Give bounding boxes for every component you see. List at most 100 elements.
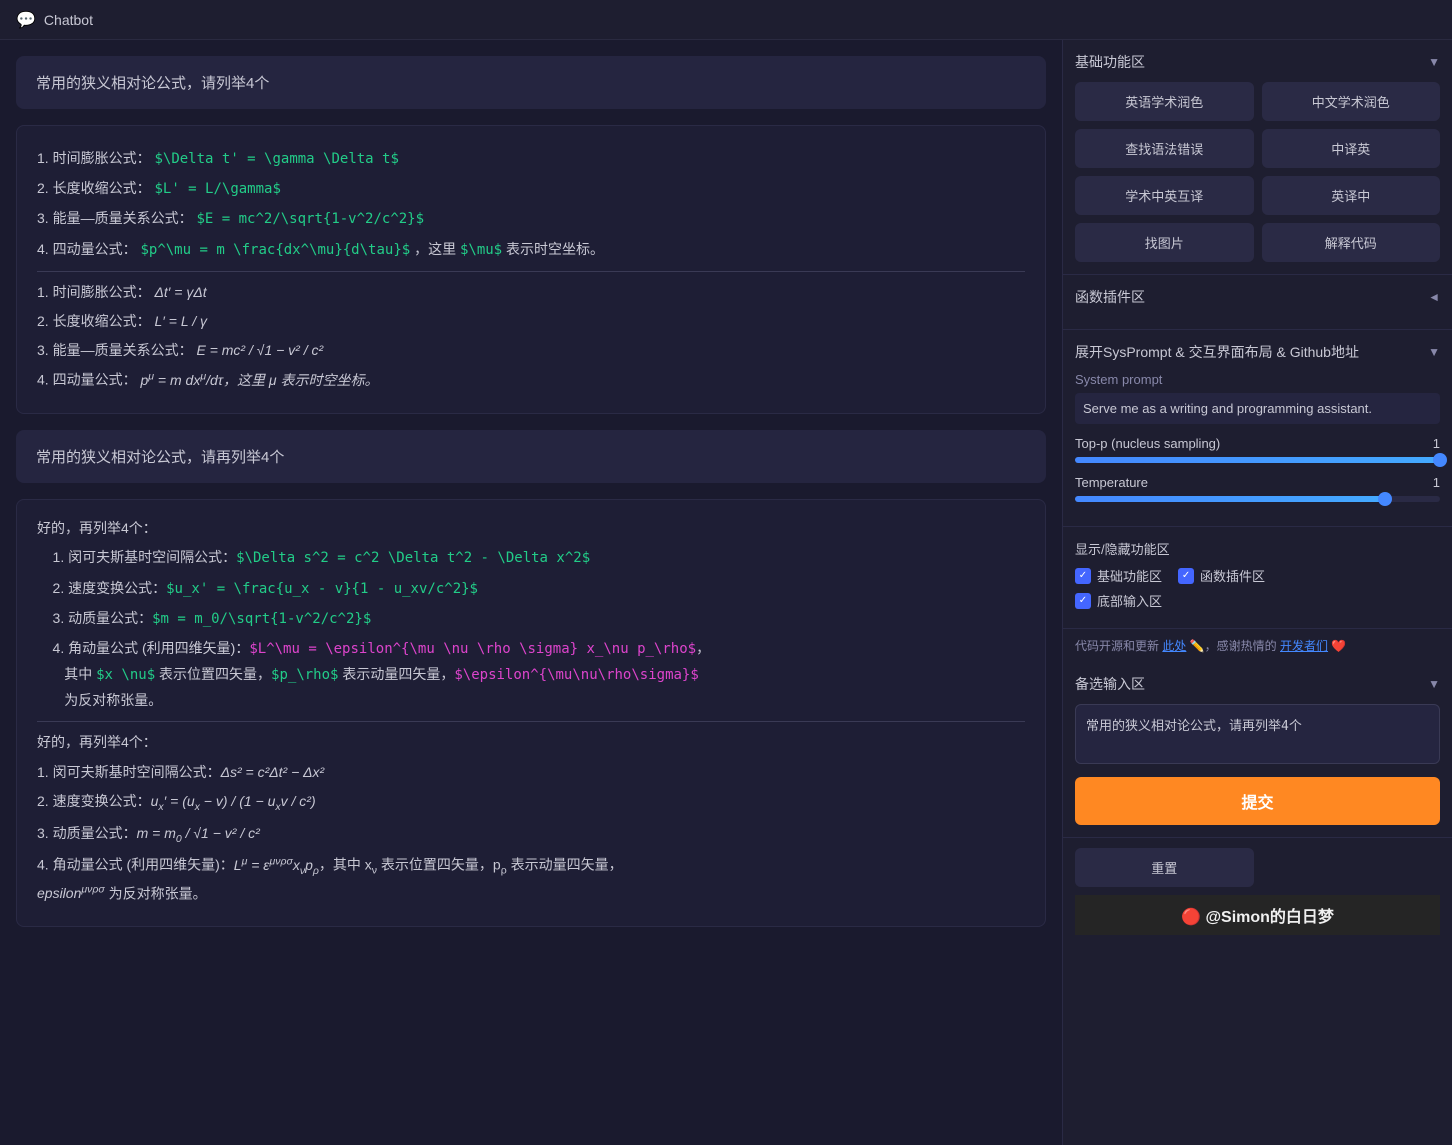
f2-4-xnu: $x \nu$	[96, 667, 155, 683]
formula-block-1: 1. 时间膨胀公式： $\Delta t' = \gamma \Delta t$	[37, 146, 1025, 172]
formula-1-latex: $\Delta t' = \gamma \Delta t$	[154, 151, 398, 167]
btn-academic-translate[interactable]: 学术中英互译	[1075, 176, 1254, 215]
formula-2-label: 2. 长度收缩公式：	[37, 180, 151, 196]
btn-grammar-check[interactable]: 查找语法错误	[1075, 129, 1254, 168]
plugin-section: 函数插件区 ◄	[1063, 275, 1452, 330]
divider-2	[37, 721, 1025, 722]
f2-2-latex: $u_x' = \frac{u_x - v}{1 - u_xv/c^2}$	[166, 581, 478, 597]
r4-label: 4. 四动量公式：	[37, 372, 137, 388]
sys-prompt-value: Serve me as a writing and programming as…	[1075, 393, 1440, 424]
formula-4-latex: $p^\mu = m \frac{dx^\mu}{d\tau}$	[140, 242, 410, 258]
user-message-1: 常用的狭义相对论公式，请列举4个	[16, 56, 1046, 109]
r2-label: 2. 长度收缩公式：	[37, 313, 151, 329]
temperature-track[interactable]	[1075, 496, 1440, 502]
top-p-thumb[interactable]	[1433, 453, 1447, 467]
intro-text: 好的，再列举4个：	[37, 516, 1025, 541]
top-p-label: Top-p (nucleus sampling)	[1075, 436, 1220, 451]
r2-block-4: 4. 角动量公式 (利用四维矢量)：Lμ = εμνρσxνpρ，其中 xν 表…	[37, 852, 1025, 906]
f2-1-latex: $\Delta s^2 = c^2 \Delta t^2 - \Delta x^…	[236, 550, 590, 566]
f2-4-prho: $p_\rho$	[271, 667, 338, 683]
assistant-message-1: 1. 时间膨胀公式： $\Delta t' = \gamma \Delta t$…	[16, 125, 1046, 414]
basic-btn-grid: 英语学术润色 中文学术润色 查找语法错误 中译英 学术中英互译 英译中 找图片 …	[1075, 82, 1440, 262]
f2-block-3: 3. 动质量公式：$m = m_0/\sqrt{1-v^2/c^2}$	[37, 606, 1025, 632]
r4-frac: dxμ/dτ，这里 μ 表示时空坐标。	[186, 372, 379, 388]
sysprompt-header[interactable]: 展开SysPrompt & 交互界面布局 & Github地址 ▼	[1075, 342, 1440, 362]
plugin-section-arrow: ◄	[1428, 290, 1440, 304]
cb-bottom-label: 底部输入区	[1097, 591, 1162, 610]
top-p-track[interactable]	[1075, 457, 1440, 463]
temperature-fill	[1075, 496, 1385, 502]
btn-en-to-zh[interactable]: 英译中	[1262, 176, 1441, 215]
cb-plugin-box[interactable]: ✓	[1178, 568, 1194, 584]
r2-m4: Lμ = εμνρσxνpρ	[234, 857, 319, 873]
r2-m3: m = m0 / √1 − v² / c²	[137, 825, 260, 841]
top-bar: 💬 Chatbot	[0, 0, 1452, 40]
formula-block-3: 3. 能量—质量关系公式： $E = mc^2/\sqrt{1-v^2/c^2}…	[37, 206, 1025, 232]
r3-math: E = mc² / √1 − v² / c²	[196, 342, 323, 358]
r2-m1: Δs² = c²Δt² − Δx²	[221, 764, 325, 780]
r3-label: 3. 能量—质量关系公式：	[37, 342, 193, 358]
formula-4-note2: 表示时空坐标。	[506, 241, 604, 257]
top-p-fill	[1075, 457, 1440, 463]
plugin-section-header[interactable]: 函数插件区 ◄	[1075, 287, 1440, 307]
alt-input-textarea[interactable]: 常用的狭义相对论公式，请再列举4个	[1075, 704, 1440, 764]
alt-input-header[interactable]: 备选输入区 ▼	[1075, 674, 1440, 694]
plugin-section-title: 函数插件区	[1075, 287, 1145, 307]
divider-1	[37, 271, 1025, 272]
reset-button[interactable]: 重置	[1075, 848, 1254, 887]
cb-bottom[interactable]: ✓ 底部输入区	[1075, 591, 1162, 610]
btn-chinese-polish[interactable]: 中文学术润色	[1262, 82, 1441, 121]
cb-plugin-label: 函数插件区	[1200, 566, 1265, 585]
rendered-4: 4. 四动量公式： pμ = m dxμ/dτ，这里 μ 表示时空坐标。	[37, 367, 1025, 393]
r2-math: L′ = L / γ	[154, 313, 207, 329]
temperature-thumb[interactable]	[1378, 492, 1392, 506]
r4-math: pμ = m	[140, 372, 181, 388]
alt-input-label: 备选输入区	[1075, 674, 1145, 694]
f2-3-latex: $m = m_0/\sqrt{1-v^2/c^2}$	[152, 611, 371, 627]
intro-text-2: 好的，再列举4个：	[37, 730, 1025, 755]
btn-english-polish[interactable]: 英语学术润色	[1075, 82, 1254, 121]
assistant-message-2: 好的，再列举4个： 1. 闵可夫斯基时空间隔公式：$\Delta s^2 = c…	[16, 499, 1046, 927]
top-p-value: 1	[1433, 436, 1440, 451]
temperature-label-row: Temperature 1	[1075, 475, 1440, 490]
formula-3-label: 3. 能量—质量关系公式：	[37, 210, 193, 226]
cb-plugin[interactable]: ✓ 函数插件区	[1178, 566, 1265, 585]
r2-block-2: 2. 速度变换公式：ux′ = (ux − v) / (1 − uxv / c²…	[37, 789, 1025, 817]
chat-panel: 常用的狭义相对论公式，请列举4个 1. 时间膨胀公式： $\Delta t' =…	[0, 40, 1062, 1145]
basic-section-header[interactable]: 基础功能区 ▼	[1075, 52, 1440, 72]
f2-block-2: 2. 速度变换公式：$u_x' = \frac{u_x - v}{1 - u_x…	[37, 576, 1025, 602]
visibility-label: 显示/隐藏功能区	[1075, 539, 1440, 558]
sidebar: 基础功能区 ▼ 英语学术润色 中文学术润色 查找语法错误 中译英 学术中英互译 …	[1062, 40, 1452, 1145]
cb-basic[interactable]: ✓ 基础功能区	[1075, 566, 1162, 585]
formula-4-label: 4. 四动量公式：	[37, 241, 137, 257]
f2-4-eps: $\epsilon^{\mu\nu\rho\sigma}$	[454, 667, 698, 683]
cb-basic-box[interactable]: ✓	[1075, 568, 1091, 584]
weibo-icon: 🔴	[1181, 909, 1201, 926]
formula-1-label: 1. 时间膨胀公式：	[37, 150, 151, 166]
r2-m2: ux′ = (ux − v) / (1 − uxv / c²)	[151, 793, 316, 809]
btn-find-image[interactable]: 找图片	[1075, 223, 1254, 262]
basic-section: 基础功能区 ▼ 英语学术润色 中文学术润色 查找语法错误 中译英 学术中英互译 …	[1063, 40, 1452, 275]
user-message-2: 常用的狭义相对论公式，请再列举4个	[16, 430, 1046, 483]
formula-2-latex: $L' = L/\gamma$	[154, 181, 280, 197]
rendered-1: 1. 时间膨胀公式： Δt′ = γΔt	[37, 280, 1025, 305]
alt-input-section: 备选输入区 ▼ 常用的狭义相对论公式，请再列举4个 提交	[1063, 662, 1452, 838]
footer-link2[interactable]: 开发者们	[1280, 639, 1328, 653]
chatbot-icon: 💬	[16, 10, 36, 30]
btn-zh-to-en[interactable]: 中译英	[1262, 129, 1441, 168]
cb-basic-label: 基础功能区	[1097, 566, 1162, 585]
visibility-section: 显示/隐藏功能区 ✓ 基础功能区 ✓ 函数插件区 ✓ 底部输入区	[1063, 527, 1452, 629]
footer-pre: 代码开源和更新	[1075, 639, 1159, 653]
submit-button[interactable]: 提交	[1075, 777, 1440, 825]
r1-math: Δt′ = γΔt	[154, 284, 206, 300]
cb-bottom-box[interactable]: ✓	[1075, 593, 1091, 609]
watermark: 🔴 @Simon的白日梦	[1075, 895, 1440, 935]
footer-link[interactable]: 此处	[1162, 639, 1186, 653]
btn-explain-code[interactable]: 解释代码	[1262, 223, 1441, 262]
r2-block-3: 3. 动质量公式：m = m0 / √1 − v² / c²	[37, 821, 1025, 849]
top-p-label-row: Top-p (nucleus sampling) 1	[1075, 436, 1440, 451]
temperature-label: Temperature	[1075, 475, 1148, 490]
user-message-2-text: 常用的狭义相对论公式，请再列举4个	[36, 449, 284, 466]
footer-mid: ✏️，感谢热情的	[1190, 639, 1277, 653]
user-message-1-text: 常用的狭义相对论公式，请列举4个	[36, 75, 269, 92]
